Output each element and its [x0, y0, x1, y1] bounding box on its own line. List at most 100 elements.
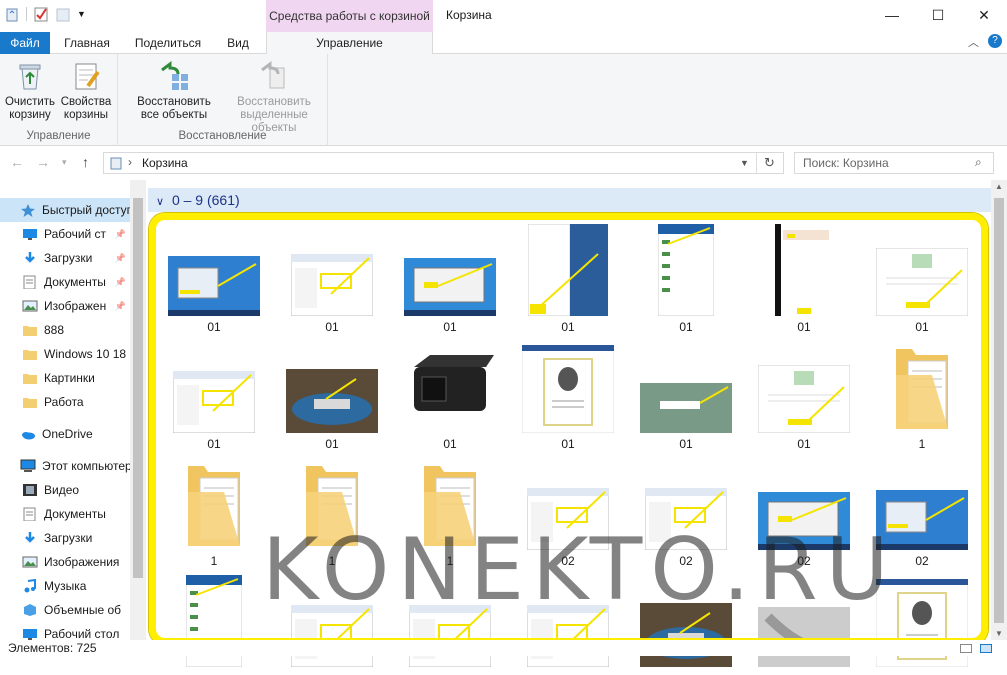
- navigation-scrollbar[interactable]: [130, 180, 146, 640]
- chevron-down-icon[interactable]: ▼: [77, 9, 86, 19]
- large-icons-view-icon[interactable]: [980, 644, 992, 653]
- sidebar-item-label: Изображения: [44, 555, 120, 569]
- star-icon: [20, 203, 36, 217]
- restore-all-button[interactable]: Восстановить все объекты: [122, 60, 226, 122]
- empty-bin-icon: [14, 60, 46, 92]
- desktop-icon: [22, 627, 38, 640]
- sidebar-item[interactable]: Работа: [0, 390, 130, 414]
- recent-locations-icon[interactable]: ▾: [62, 157, 67, 168]
- desktop-icon: [22, 227, 38, 241]
- sidebar-item-label: Документы: [44, 275, 106, 289]
- folder-icon: [22, 371, 38, 385]
- up-arrow-icon[interactable]: ↑: [82, 154, 89, 170]
- sidebar-item-label: Видео: [44, 483, 80, 497]
- group-header-label: 0 – 9 (661): [171, 192, 240, 208]
- search-icon[interactable]: ⌕: [975, 155, 982, 170]
- item-count: Элементов: 725: [8, 641, 97, 655]
- sidebar-item[interactable]: Изображен 📌: [0, 294, 130, 318]
- tab-view[interactable]: Вид: [218, 32, 258, 54]
- maximize-button[interactable]: ☐: [915, 0, 961, 30]
- bin-properties-icon: [70, 60, 102, 92]
- title-bar: ▼ Средства работы с корзиной Корзина — ☐…: [0, 0, 1007, 32]
- address-bar[interactable]: › Корзина ▼ ↻: [103, 152, 784, 174]
- sidebar-item[interactable]: Рабочий ст 📌: [0, 222, 130, 246]
- help-icon[interactable]: ?: [988, 34, 1002, 48]
- sidebar-item[interactable]: Windows 10 18: [0, 342, 130, 366]
- breadcrumb-separator-icon: ›: [128, 155, 132, 169]
- back-arrow-icon[interactable]: ←: [10, 154, 24, 170]
- sidebar-item[interactable]: Документы 📌: [0, 270, 130, 294]
- group-header[interactable]: ∨ 0 – 9 (661): [148, 188, 991, 212]
- chevron-down-icon[interactable]: ▼: [740, 158, 749, 168]
- 3d-objects-icon: [22, 603, 38, 617]
- empty-bin-button[interactable]: Очистить корзину: [2, 60, 58, 122]
- sidebar-item[interactable]: Быстрый доступ: [0, 198, 130, 222]
- sidebar-item[interactable]: Музыка: [0, 574, 130, 598]
- collapse-ribbon-icon[interactable]: ︿: [968, 34, 979, 50]
- sidebar-item-label: Музыка: [44, 579, 87, 593]
- sidebar-item[interactable]: Документы: [0, 502, 130, 526]
- ribbon-group-restore: Восстановить все объекты Восстановить вы…: [118, 54, 328, 146]
- recycle-bin-icon[interactable]: [4, 6, 20, 22]
- sidebar-item[interactable]: Картинки: [0, 366, 130, 390]
- watermark: KONEKTO.RU: [262, 520, 897, 620]
- sidebar-item[interactable]: Этот компьютер: [0, 454, 130, 478]
- tab-manage[interactable]: Управление: [266, 32, 433, 55]
- pictures-icon: [22, 299, 38, 313]
- content-scrollbar[interactable]: ▲ ▼: [991, 180, 1007, 640]
- bin-properties-button[interactable]: Свойства корзины: [58, 60, 114, 122]
- empty-bin-label-1: Очистить: [4, 96, 56, 108]
- pc-icon: [20, 459, 36, 473]
- tab-file[interactable]: Файл: [0, 32, 50, 54]
- tab-share[interactable]: Поделиться: [128, 32, 208, 54]
- restore-selected-button[interactable]: Восстановить выделенные объекты: [222, 60, 326, 135]
- details-view-icon[interactable]: [960, 644, 972, 653]
- sidebar-item[interactable]: Рабочий стол: [0, 622, 130, 640]
- sidebar-item[interactable]: Изображения: [0, 550, 130, 574]
- sidebar-item-label: Загрузки: [44, 251, 93, 265]
- sidebar-item-label: Картинки: [44, 371, 95, 385]
- sidebar-item[interactable]: Загрузки 📌: [0, 246, 130, 270]
- search-input[interactable]: Поиск: Корзина: [803, 156, 889, 170]
- scroll-up-icon[interactable]: ▲: [995, 182, 1003, 191]
- sidebar-item-label: Быстрый доступ: [42, 203, 130, 217]
- sidebar-item[interactable]: Объемные об: [0, 598, 130, 622]
- chevron-down-icon: ∨: [156, 196, 165, 208]
- refresh-icon[interactable]: ↻: [764, 155, 775, 171]
- sidebar-item[interactable]: 888: [0, 318, 130, 342]
- sidebar-item-label: 888: [44, 323, 65, 337]
- new-folder-icon[interactable]: [55, 6, 71, 22]
- search-box[interactable]: Поиск: Корзина ⌕: [794, 152, 994, 174]
- ribbon-group-label-manage: Управление: [26, 130, 91, 142]
- forward-arrow-icon[interactable]: →: [36, 154, 50, 170]
- restore-selected-label-1: Восстановить: [237, 96, 311, 108]
- bin-properties-label-2: корзины: [63, 109, 109, 121]
- quick-access-toolbar: ▼: [4, 6, 86, 22]
- sidebar-item[interactable]: OneDrive: [0, 422, 130, 446]
- recycle-bin-icon: [109, 156, 123, 170]
- breadcrumb[interactable]: Корзина: [142, 156, 188, 170]
- pin-icon: 📌: [114, 228, 126, 239]
- documents-icon: [22, 507, 38, 522]
- ribbon: Очистить корзину Свойства корзины Управл…: [0, 54, 1007, 146]
- sidebar-item-label: OneDrive: [42, 427, 93, 441]
- context-tab-recycle-tools: Средства работы с корзиной: [266, 0, 433, 32]
- close-button[interactable]: ✕: [961, 0, 1007, 30]
- pin-icon: 📌: [114, 300, 126, 311]
- sidebar-item[interactable]: Видео: [0, 478, 130, 502]
- tab-home[interactable]: Главная: [56, 32, 118, 54]
- ribbon-tabs: Файл Главная Поделиться Вид Управление ︿…: [0, 32, 1007, 55]
- navigation-pane: Быстрый доступ Рабочий ст 📌 Загрузки 📌 Докуме…: [0, 180, 146, 640]
- properties-icon[interactable]: [33, 6, 49, 22]
- download-icon: [22, 251, 38, 265]
- sidebar-item-label: Изображен: [44, 299, 107, 313]
- restore-all-label-1: Восстановить: [137, 96, 211, 108]
- sidebar-item[interactable]: Загрузки: [0, 526, 130, 550]
- scroll-down-icon[interactable]: ▼: [995, 629, 1003, 638]
- bin-properties-label-1: Свойства: [60, 96, 112, 108]
- folder-icon: [22, 323, 38, 337]
- download-icon: [22, 531, 38, 545]
- minimize-button[interactable]: —: [869, 0, 915, 30]
- sidebar-item-label: Документы: [44, 507, 106, 521]
- sidebar-item-label: Этот компьютер: [42, 459, 130, 473]
